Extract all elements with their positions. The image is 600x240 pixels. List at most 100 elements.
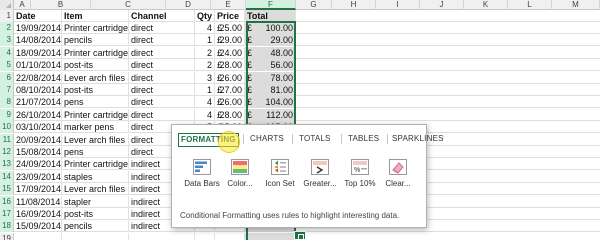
tab-tables[interactable]: TABLES xyxy=(348,133,379,145)
cell-item[interactable]: Printer cartridge xyxy=(62,108,129,121)
row-header[interactable]: 17 xyxy=(0,208,14,220)
column-header-e[interactable]: E xyxy=(211,0,246,10)
column-header-k[interactable]: K xyxy=(464,0,508,10)
tab-sparklines[interactable]: SPARKLINES xyxy=(392,133,444,145)
cell-qty[interactable]: 1 xyxy=(195,84,215,96)
cell-total[interactable]: £29.00 xyxy=(245,34,296,47)
row-header[interactable]: 3 xyxy=(0,34,14,47)
cell-date[interactable]: 19/09/2014 xyxy=(14,22,62,34)
row-header[interactable]: 12 xyxy=(0,146,14,158)
cell-date[interactable]: 21/07/2014 xyxy=(14,96,62,109)
tab-charts[interactable]: CHARTS xyxy=(250,133,284,145)
cell-date[interactable]: 15/08/2014 xyxy=(14,146,62,158)
cell-total[interactable]: £48.00 xyxy=(245,46,296,59)
cell-date[interactable]: 14/08/2014 xyxy=(14,34,62,47)
cell-date[interactable]: 20/09/2014 xyxy=(14,133,62,146)
row-header[interactable]: 19 xyxy=(0,232,14,240)
cell-date[interactable]: 01/10/2014 xyxy=(14,59,62,72)
header-cell-qty[interactable]: Qty xyxy=(195,10,215,22)
cell-date[interactable]: 24/09/2014 xyxy=(14,158,62,171)
cell-date[interactable] xyxy=(14,232,62,240)
cell-item[interactable]: post-its xyxy=(62,59,129,72)
cell-item[interactable]: post-its xyxy=(62,208,129,220)
cell-item[interactable]: Printer cartridge xyxy=(62,22,129,34)
cell-item[interactable]: stapler xyxy=(62,195,129,208)
cell-channel[interactable]: direct xyxy=(129,84,195,96)
icon-set-button[interactable]: Icon Set xyxy=(258,159,302,199)
row-header[interactable]: 13 xyxy=(0,158,14,171)
column-header-d[interactable]: D xyxy=(166,0,211,10)
cell-qty[interactable]: 4 xyxy=(195,96,215,109)
cell-date[interactable]: 26/10/2014 xyxy=(14,108,62,121)
cell-price[interactable]: £26.00 xyxy=(215,96,245,109)
row-header[interactable]: 9 xyxy=(0,108,14,121)
cell-price[interactable]: £29.00 xyxy=(215,34,245,47)
cell-item[interactable]: Lever arch files xyxy=(62,133,129,146)
cell-channel[interactable]: direct xyxy=(129,71,195,84)
cell-item[interactable]: Lever arch files xyxy=(62,71,129,84)
header-cell-price[interactable]: Price xyxy=(215,10,245,22)
cell-price[interactable]: £28.00 xyxy=(215,59,245,72)
column-header-i[interactable]: I xyxy=(376,0,420,10)
cell-total[interactable]: £100.00 xyxy=(245,22,296,34)
row-header[interactable]: 6 xyxy=(0,71,14,84)
cell-date[interactable]: 17/09/2014 xyxy=(14,183,62,196)
cell-qty[interactable] xyxy=(195,232,215,240)
cell-date[interactable]: 15/09/2014 xyxy=(14,220,62,233)
cell-item[interactable]: marker pens xyxy=(62,121,129,134)
cell-price[interactable]: £28.00 xyxy=(215,108,245,121)
cell-total[interactable]: £78.00 xyxy=(245,71,296,84)
column-header-m[interactable]: M xyxy=(552,0,600,10)
cell-total[interactable]: £112.00 xyxy=(245,108,296,121)
cell-qty[interactable]: 4 xyxy=(195,22,215,34)
header-cell-total[interactable]: Total xyxy=(245,10,296,22)
column-header-l[interactable]: L xyxy=(508,0,552,10)
row-header[interactable]: 14 xyxy=(0,170,14,183)
row-header[interactable]: 5 xyxy=(0,59,14,72)
cell-price[interactable]: £26.00 xyxy=(215,71,245,84)
cell-total[interactable] xyxy=(245,232,296,240)
cell-channel[interactable]: direct xyxy=(129,22,195,34)
row-header[interactable]: 16 xyxy=(0,195,14,208)
quick-analysis-button[interactable] xyxy=(294,231,306,240)
row-header[interactable]: 1 xyxy=(0,10,14,22)
column-header-h[interactable]: H xyxy=(332,0,376,10)
cell-channel[interactable] xyxy=(129,232,195,240)
clear-format-button[interactable]: Clear... xyxy=(376,159,420,199)
cell-price[interactable] xyxy=(215,232,245,240)
cell-channel[interactable]: direct xyxy=(129,59,195,72)
row-header[interactable]: 7 xyxy=(0,84,14,96)
header-cell-channel[interactable]: Channel xyxy=(129,10,195,22)
row-header[interactable]: 11 xyxy=(0,133,14,146)
cell-date[interactable]: 08/10/2014 xyxy=(14,84,62,96)
header-cell-date[interactable]: Date xyxy=(14,10,62,22)
cell-item[interactable]: post-its xyxy=(62,84,129,96)
row-header[interactable]: 8 xyxy=(0,96,14,109)
cell-item[interactable]: Printer cartridge xyxy=(62,158,129,171)
cell-item[interactable]: Printer cartridge xyxy=(62,46,129,59)
column-header-f[interactable]: F xyxy=(246,0,296,10)
header-cell-item[interactable]: Item xyxy=(62,10,129,22)
cell-price[interactable]: £27.00 xyxy=(215,84,245,96)
cell-total[interactable]: £56.00 xyxy=(245,59,296,72)
cell-item[interactable]: pencils xyxy=(62,34,129,47)
cell-date[interactable]: 16/09/2014 xyxy=(14,208,62,220)
cell-qty[interactable]: 1 xyxy=(195,34,215,47)
cell-qty[interactable]: 2 xyxy=(195,46,215,59)
row-header[interactable]: 10 xyxy=(0,121,14,134)
cell-item[interactable]: pens xyxy=(62,146,129,158)
column-header-g[interactable]: G xyxy=(296,0,332,10)
cell-item[interactable] xyxy=(62,232,129,240)
cell-total[interactable]: £81.00 xyxy=(245,84,296,96)
select-all-button[interactable] xyxy=(0,0,14,10)
cell-channel[interactable]: direct xyxy=(129,96,195,109)
column-header-a[interactable]: A xyxy=(14,0,31,10)
cell-item[interactable]: staples xyxy=(62,170,129,183)
cell-qty[interactable]: 4 xyxy=(195,108,215,121)
cell-item[interactable]: pens xyxy=(62,96,129,109)
cell-date[interactable]: 11/08/2014 xyxy=(14,195,62,208)
cell-date[interactable]: 23/09/2014 xyxy=(14,170,62,183)
cell-date[interactable]: 03/10/2014 xyxy=(14,121,62,134)
row-header[interactable]: 18 xyxy=(0,220,14,233)
cell-price[interactable]: £24.00 xyxy=(215,46,245,59)
